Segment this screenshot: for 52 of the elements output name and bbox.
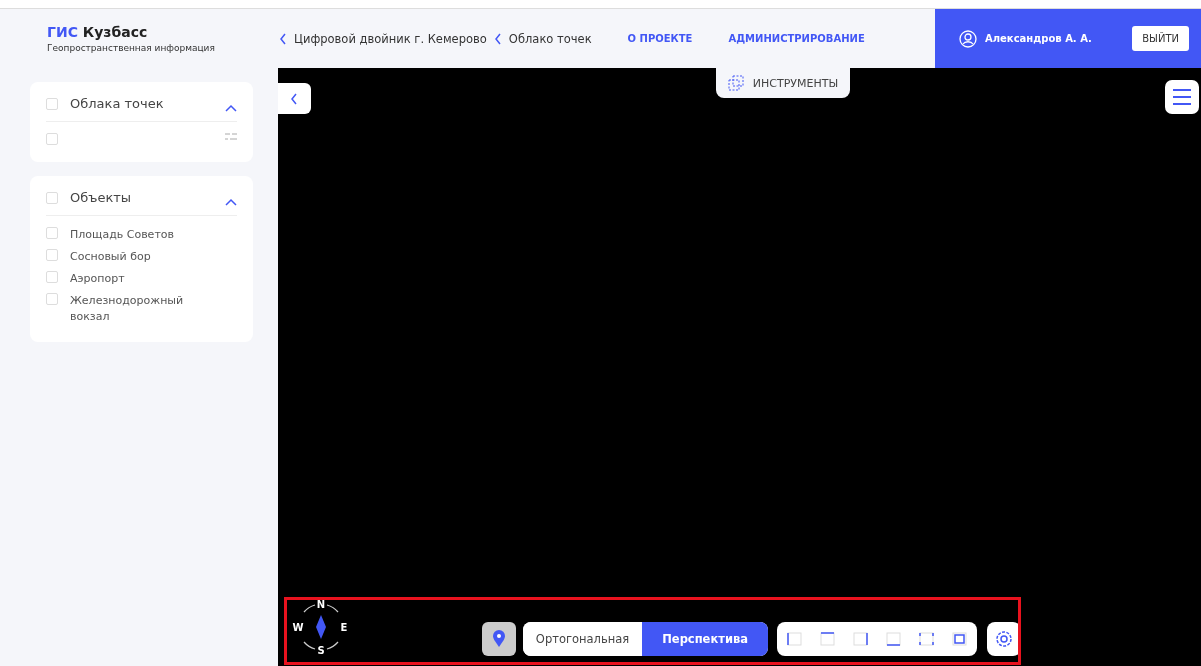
checkbox[interactable] [46,249,58,261]
chevron-left-icon [278,32,288,45]
chevron-up-icon [224,103,237,112]
view-button[interactable] [851,631,870,647]
logout-button[interactable]: ВЫЙТИ [1132,26,1189,51]
panel-title: Облака точек [70,96,164,111]
map-button[interactable] [481,622,516,656]
top-edge-icon [818,631,837,647]
panel-title: Объекты [70,190,132,205]
layer-label: Аэропорт [70,271,126,287]
view-button[interactable] [818,631,837,647]
menu-icon [1172,88,1192,106]
menu-button[interactable] [1165,80,1199,114]
tools-button[interactable]: ИНСТРУМЕНТЫ [715,68,851,98]
checkbox[interactable] [46,293,58,305]
view-button[interactable] [884,631,903,647]
settings-icon [995,630,1013,648]
collapse-button[interactable] [277,83,311,114]
left-edge-icon [785,631,804,647]
sliders-icon [224,133,237,141]
checkbox[interactable] [46,271,58,283]
view-button[interactable] [917,631,936,647]
breadcrumb-link[interactable]: Облако точек [508,31,592,46]
nav-link[interactable]: О ПРОЕКТЕ [627,33,693,44]
app-logo[interactable]: ГИС Кузбасс [47,24,270,40]
breadcrumb-link[interactable]: Цифровой двойник г. Кемерово [294,31,487,46]
app-subtitle: Геопространственная информация [47,43,216,53]
corner-marks-icon [917,631,936,647]
compass-drawing: N S W E [291,597,350,656]
user-name: Александров А. А. [985,33,1092,44]
settings-button[interactable] [987,622,1021,656]
checkbox[interactable] [46,191,58,204]
inner-square-icon [950,631,969,647]
checkbox[interactable] [46,227,58,239]
dashed-cube-icon [727,75,744,91]
layer-label: Железнодорожный вокзал [70,293,185,325]
projection-tab[interactable]: Перспектива [642,622,768,656]
layer-label: Сосновый бор [70,249,152,265]
checkbox[interactable] [46,133,58,145]
map-pin-icon [491,630,506,648]
layer-label: Площадь Советов [70,227,175,243]
nav-link[interactable]: АДМИНИСТРИРОВАНИЕ [728,33,865,44]
bottom-edge-icon [884,631,903,647]
checkbox[interactable] [46,97,58,110]
right-edge-icon [851,631,870,647]
chevron-left-icon [492,32,503,45]
view-button[interactable] [950,631,969,647]
3d-viewport[interactable]: ИНСТРУМЕНТЫ N S W E Ортогональная Перспектива [277,68,1201,666]
view-button[interactable] [785,631,804,647]
chevron-left-icon [290,92,299,105]
chevron-up-icon [224,197,237,206]
user-icon [959,29,977,48]
